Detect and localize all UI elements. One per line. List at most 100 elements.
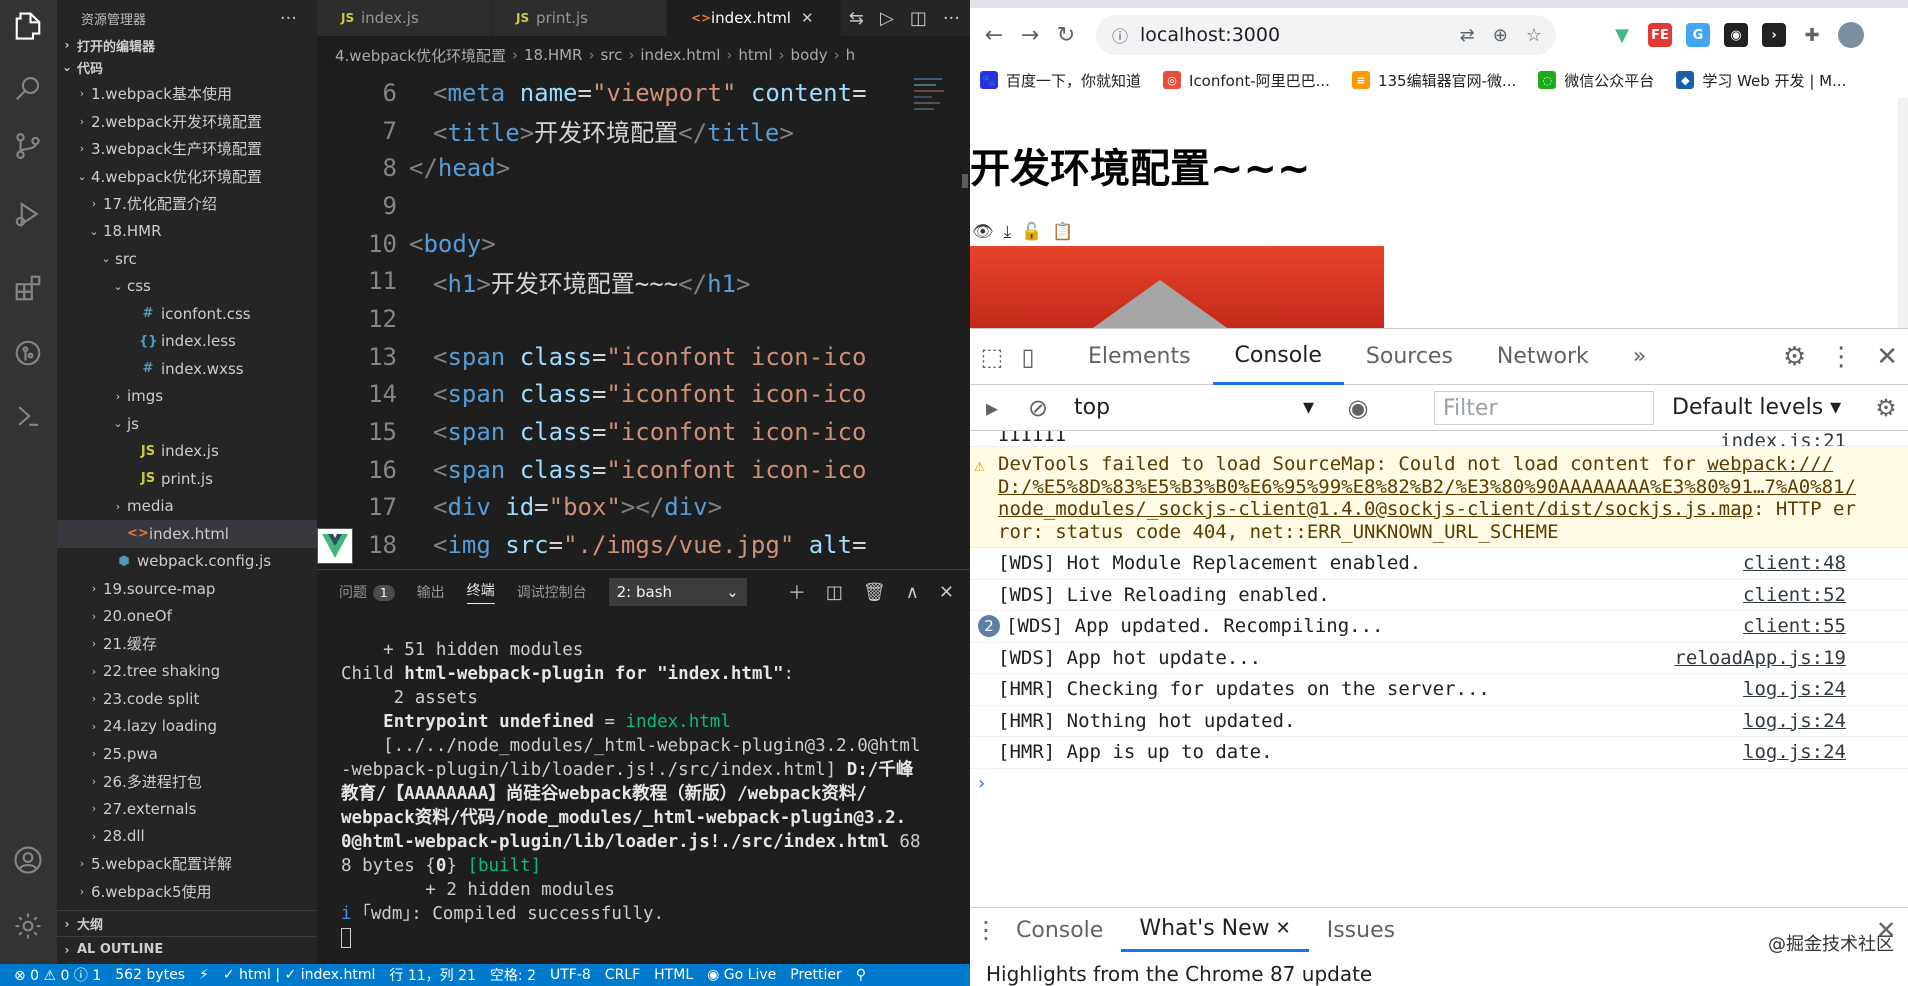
status-item[interactable]: HTML <box>654 967 693 983</box>
minimap[interactable] <box>910 74 970 569</box>
reload-icon[interactable]: ↻ <box>1048 17 1084 53</box>
clear-console-icon[interactable]: ⊘ <box>1020 390 1056 426</box>
tree-item[interactable]: ⌄ 4.webpack优化环境配置 <box>57 163 317 191</box>
breadcrumb-item[interactable]: src <box>600 46 622 64</box>
breadcrumb-item[interactable]: 4.webpack优化环境配置 <box>335 45 506 66</box>
status-item[interactable]: Prettier <box>790 967 842 983</box>
split-editor-icon[interactable]: ◫ <box>910 8 927 29</box>
tree-item[interactable]: › 25.pwa <box>57 740 317 768</box>
more-tabs-icon[interactable]: » <box>1611 329 1668 385</box>
more-actions-icon[interactable]: ··· <box>280 8 297 29</box>
tree-item[interactable]: ⌄ css <box>57 273 317 301</box>
tab-index-html[interactable]: <> index.html ✕ <box>667 0 842 36</box>
tree-item[interactable]: › 20.oneOf <box>57 603 317 631</box>
tree-item[interactable]: › 27.externals <box>57 795 317 823</box>
status-item[interactable]: 空格: 2 <box>490 965 536 985</box>
bookmark-star-icon[interactable]: ☆ <box>1526 25 1542 46</box>
tree-item[interactable]: › 17.优化配置介绍 <box>57 190 317 218</box>
console-messages[interactable]: IIIIII index.js:21 ⚠ DevTools failed to loa… <box>970 431 1908 799</box>
status-item[interactable]: ◉ Go Live <box>707 967 776 983</box>
code-editor[interactable]: 6 <meta name="viewport" content= 7 <title>开… <box>317 74 970 564</box>
drawer-tab[interactable]: What's New ✕ <box>1121 908 1309 952</box>
tampermonkey-icon[interactable]: ◉ <box>1724 23 1748 47</box>
tree-item[interactable]: › 23.code split <box>57 685 317 713</box>
message-source-link[interactable]: log.js:24 <box>1743 678 1846 700</box>
translate-icon[interactable]: ⇄ <box>1460 25 1475 46</box>
status-item[interactable]: ⊗ 0 ⚠ 0 ⓘ 1 <box>14 965 101 985</box>
page-scrollbar[interactable] <box>1898 98 1908 328</box>
more-options-icon[interactable]: ⋮ <box>1828 342 1854 372</box>
split-terminal-icon[interactable]: ◫ <box>826 582 843 603</box>
maximize-panel-icon[interactable]: ∧ <box>906 582 919 603</box>
status-item[interactable]: 562 bytes <box>115 967 185 983</box>
settings-gear-icon[interactable]: ⚙ <box>1783 342 1806 372</box>
tree-item[interactable]: › 26.多进程打包 <box>57 768 317 796</box>
tree-item[interactable]: JS print.js <box>57 465 317 493</box>
breadcrumb-item[interactable]: index.html <box>640 46 720 64</box>
drawer-tab[interactable]: Issues <box>1309 908 1413 952</box>
message-source-link[interactable]: log.js:24 <box>1743 710 1846 732</box>
avatar[interactable] <box>1838 22 1864 48</box>
inspect-element-icon[interactable]: ⬚ <box>974 339 1010 375</box>
open-editors-section[interactable]: › 打开的编辑器 <box>57 36 317 55</box>
tree-item[interactable]: › 5.webpack配置详解 <box>57 850 317 878</box>
panel-tab[interactable]: 终端 <box>466 580 495 604</box>
search-icon[interactable] <box>10 70 46 106</box>
bookmark-item[interactable]: ◌ 微信公众平台 <box>1538 70 1654 91</box>
filter-input[interactable]: Filter <box>1434 391 1654 425</box>
tree-item[interactable]: › 28.dll <box>57 823 317 851</box>
zoom-icon[interactable]: ⊕ <box>1493 25 1508 46</box>
bookmark-item[interactable]: ◎ Iconfont-阿里巴巴... <box>1163 70 1330 91</box>
accounts-icon[interactable] <box>10 842 46 878</box>
status-item[interactable]: 行 11，列 21 <box>389 965 476 985</box>
site-info-icon[interactable]: ⓘ <box>1112 23 1128 47</box>
kill-terminal-icon[interactable]: 🗑 <box>863 582 886 603</box>
message-source-link[interactable]: log.js:24 <box>1743 741 1846 763</box>
tree-item[interactable]: › 24.lazy loading <box>57 713 317 741</box>
forward-arrow-icon[interactable]: → <box>1012 17 1048 53</box>
drawer-tab[interactable]: Console <box>998 908 1121 952</box>
breadcrumb-item[interactable]: html <box>738 46 772 64</box>
tree-item[interactable]: › imgs <box>57 383 317 411</box>
close-devtools-icon[interactable]: ✕ <box>1876 342 1898 372</box>
tree-item[interactable]: JS index.js <box>57 438 317 466</box>
panel-tab[interactable]: 输出 <box>417 582 445 602</box>
tree-item[interactable]: › 2.webpack开发环境配置 <box>57 108 317 136</box>
tree-item[interactable]: › 21.缓存 <box>57 630 317 658</box>
message-source-link[interactable]: index.js:21 <box>1720 431 1846 446</box>
more-actions-icon[interactable]: ··· <box>943 8 960 29</box>
context-select[interactable]: top ▾ <box>1074 395 1314 420</box>
log-levels-select[interactable]: Default levels ▾ <box>1672 395 1841 420</box>
translate-ext-icon[interactable]: G <box>1686 23 1710 47</box>
close-icon[interactable]: ✕ <box>801 9 814 27</box>
panel-tab[interactable]: 调试控制台 <box>517 582 587 602</box>
tree-item[interactable]: › 1.webpack基本使用 <box>57 80 317 108</box>
devtools-tab-network[interactable]: Network <box>1475 329 1611 385</box>
tab-print-js[interactable]: JS print.js <box>492 0 667 36</box>
devtools-tab-console[interactable]: Console <box>1212 329 1344 385</box>
address-bar[interactable]: ⓘ localhost:3000 ⇄ ⊕ ☆ <box>1096 15 1556 55</box>
tree-item[interactable]: › 19.source-map <box>57 575 317 603</box>
breadcrumb-item[interactable]: 18.HMR <box>524 46 583 64</box>
tree-item[interactable]: # iconfont.css <box>57 300 317 328</box>
outline-section[interactable]: › 大纲 <box>57 910 317 936</box>
message-source-link[interactable]: client:48 <box>1743 552 1846 574</box>
bookmark-item[interactable]: 🐾 百度一下，你就知道 <box>980 70 1141 91</box>
message-source-link[interactable]: client:55 <box>1743 615 1846 637</box>
tree-item[interactable]: # index.wxss <box>57 355 317 383</box>
close-panel-icon[interactable]: ✕ <box>939 582 954 603</box>
tree-item[interactable]: ⌄ js <box>57 410 317 438</box>
al-outline-section[interactable]: › AL OUTLINE <box>57 936 317 962</box>
console-settings-gear-icon[interactable]: ⚙ <box>1868 390 1904 426</box>
message-source-link[interactable]: reloadApp.js:19 <box>1674 647 1846 669</box>
bookmark-item[interactable]: ◆ 学习 Web 开发 | M... <box>1676 70 1846 91</box>
device-toolbar-icon[interactable]: ▯ <box>1010 339 1046 375</box>
new-terminal-icon[interactable]: ＋ <box>788 579 806 605</box>
tree-item[interactable]: › 6.webpack5使用 <box>57 878 317 906</box>
devtools-tab-elements[interactable]: Elements <box>1066 329 1213 385</box>
tree-item[interactable]: ⌄ 18.HMR <box>57 218 317 246</box>
status-item[interactable]: UTF-8 <box>550 967 591 983</box>
terminal-output[interactable]: + 51 hidden modules Child html-webpack-p… <box>317 614 970 950</box>
explorer-icon[interactable] <box>10 8 46 44</box>
tree-item[interactable]: {} index.less <box>57 328 317 356</box>
